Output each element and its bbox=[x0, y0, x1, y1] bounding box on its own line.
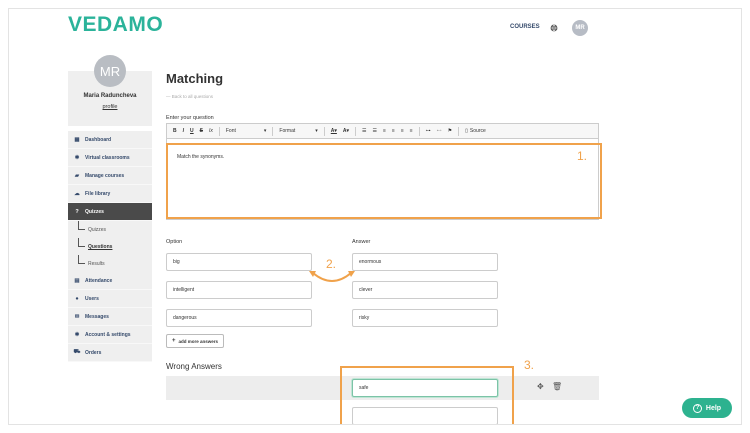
profile-avatar: MR bbox=[94, 55, 126, 87]
sidebar-subitem-quizzes[interactable]: Quizzes bbox=[68, 221, 152, 238]
toolbar-divider bbox=[272, 126, 274, 136]
chevron-down-icon: ▾ bbox=[315, 128, 318, 134]
sidebar-item-users[interactable]: ● Users bbox=[68, 290, 152, 308]
bold-button[interactable]: B bbox=[173, 128, 177, 134]
align-left-icon[interactable]: ≡ bbox=[383, 128, 386, 134]
option-field[interactable]: intelligent bbox=[166, 281, 312, 299]
user-avatar[interactable]: MR bbox=[572, 20, 588, 36]
plus-icon: + bbox=[172, 338, 176, 344]
step-3-label: 3. bbox=[524, 358, 535, 372]
help-button[interactable]: ? Help bbox=[682, 398, 732, 418]
add-more-answers-button[interactable]: + add more answers bbox=[166, 334, 225, 348]
clear-format-button[interactable]: Ix bbox=[209, 128, 213, 134]
toolbar-divider bbox=[323, 126, 325, 136]
trash-icon[interactable]: 🗑 bbox=[552, 382, 562, 391]
question-icon: ? bbox=[75, 208, 79, 215]
page-title: Matching bbox=[166, 71, 224, 86]
calendar-icon: ▤ bbox=[74, 277, 80, 284]
help-label: Help bbox=[705, 404, 722, 412]
underline-button[interactable]: U bbox=[190, 128, 194, 134]
sidebar-item-file-library[interactable]: ☁ File library bbox=[68, 185, 152, 203]
sidebar-item-orders[interactable]: ⛟ Orders bbox=[68, 344, 152, 362]
sidebar-item-quizzes[interactable]: ? Quizzes bbox=[68, 203, 152, 221]
sidebar-item-label: Quizzes bbox=[85, 208, 104, 215]
vedamo-logo[interactable]: VEDAMO bbox=[68, 13, 163, 37]
sidebar-item-label: Virtual classrooms bbox=[85, 154, 130, 161]
add-more-answers-label: add more answers bbox=[178, 338, 219, 344]
wrong-answers-label: Wrong Answers bbox=[166, 362, 222, 371]
link-icon[interactable]: ⊶ bbox=[426, 128, 431, 134]
align-center-icon[interactable]: ≡ bbox=[392, 128, 395, 134]
move-icon[interactable]: ✥ bbox=[537, 382, 544, 391]
step-1-label: 1. bbox=[577, 149, 588, 163]
sidebar-item-virtual-classrooms[interactable]: ✱ Virtual classrooms bbox=[68, 149, 152, 167]
text-color-button[interactable]: A▾ bbox=[331, 128, 337, 134]
sidebar-item-label: Dashboard bbox=[85, 136, 112, 143]
source-icon: ▯ bbox=[465, 128, 468, 134]
sidebar-item-dashboard[interactable]: ▦ Dashboard bbox=[68, 131, 152, 149]
chevron-down-icon: ▾ bbox=[263, 128, 267, 134]
envelope-icon: ✉ bbox=[74, 313, 80, 320]
option-field[interactable]: dangerous bbox=[166, 309, 312, 327]
globe-icon[interactable] bbox=[550, 24, 558, 32]
page-frame: VEDAMO COURSES MR MR Maria Raduncheva pr… bbox=[8, 8, 742, 425]
sidebar-menu: ▦ Dashboard ✱ Virtual classrooms ▰ Manage c… bbox=[68, 131, 152, 362]
back-to-questions-link[interactable]: — Back to all questions bbox=[166, 94, 213, 99]
numbered-list-icon[interactable]: ☰ bbox=[362, 128, 366, 134]
highlight-box-1 bbox=[166, 143, 602, 219]
answer-field[interactable]: enormous bbox=[352, 253, 498, 271]
sidebar-item-attendance[interactable]: ▤ Attendance bbox=[68, 272, 152, 290]
answer-field[interactable]: clever bbox=[352, 281, 498, 299]
sidebar-item-label: Manage courses bbox=[85, 172, 125, 179]
strikethrough-button[interactable]: S bbox=[200, 128, 203, 134]
sidebar-item-messages[interactable]: ✉ Messages bbox=[68, 308, 152, 326]
font-select[interactable]: Font bbox=[226, 128, 236, 134]
question-label: Enter your question bbox=[166, 115, 214, 121]
gear-icon: ✱ bbox=[74, 154, 80, 161]
toolbar-divider bbox=[355, 126, 357, 136]
sidebar-subitem-results[interactable]: Results bbox=[68, 255, 152, 272]
answer-header: Answer bbox=[352, 239, 371, 245]
sidebar-item-label: File library bbox=[85, 190, 111, 197]
sidebar-item-label: Orders bbox=[85, 349, 102, 356]
settings-icon: ✱ bbox=[74, 331, 80, 338]
italic-button[interactable]: I bbox=[183, 128, 184, 134]
sidebar-item-account-settings[interactable]: ✱ Account & settings bbox=[68, 326, 152, 344]
sidebar-item-manage-courses[interactable]: ▰ Manage courses bbox=[68, 167, 152, 185]
answer-field[interactable]: risky bbox=[352, 309, 498, 327]
align-justify-icon[interactable]: ≡ bbox=[410, 128, 413, 134]
option-header: Option bbox=[166, 239, 183, 245]
cart-icon: ⛟ bbox=[73, 349, 81, 355]
toolbar-divider bbox=[418, 126, 420, 136]
step-2-label: 2. bbox=[326, 257, 337, 271]
bullet-list-icon[interactable]: ☰ bbox=[373, 128, 377, 134]
format-select[interactable]: Format bbox=[279, 128, 295, 134]
profile-card: MR Maria Raduncheva profile bbox=[68, 55, 152, 126]
background-color-button[interactable]: A▾ bbox=[343, 128, 349, 134]
profile-link[interactable]: profile bbox=[68, 104, 152, 110]
cloud-icon: ☁ bbox=[74, 190, 80, 197]
align-right-icon[interactable]: ≡ bbox=[401, 128, 404, 134]
source-button[interactable]: Source bbox=[470, 128, 486, 134]
option-field[interactable]: big bbox=[166, 253, 312, 271]
flag-icon[interactable]: ⚑ bbox=[448, 128, 452, 134]
question-icon: ? bbox=[692, 403, 702, 413]
toolbar-divider bbox=[218, 126, 220, 136]
book-icon: ▰ bbox=[74, 172, 80, 179]
sidebar-item-label: Messages bbox=[85, 313, 109, 320]
sidebar-item-label: Attendance bbox=[85, 277, 113, 284]
grid-icon: ▦ bbox=[74, 136, 80, 143]
sidebar: MR Maria Raduncheva profile ▦ Dashboard ✱… bbox=[68, 55, 152, 362]
courses-nav-link[interactable]: COURSES bbox=[510, 24, 540, 30]
user-name: Maria Raduncheva bbox=[83, 93, 137, 99]
highlight-box-3 bbox=[340, 366, 514, 424]
editor-toolbar: B I U S Ix Font ▾ Format ▾ A▾ A▾ ☰ ☰ ≡ ≡… bbox=[166, 123, 599, 138]
sidebar-item-label: Account & settings bbox=[85, 331, 131, 338]
toolbar-divider bbox=[458, 126, 460, 136]
unlink-icon[interactable]: ⊷ bbox=[437, 128, 442, 134]
users-icon: ● bbox=[75, 295, 79, 302]
sidebar-subitem-questions[interactable]: Questions bbox=[68, 238, 152, 255]
sidebar-item-label: Users bbox=[85, 295, 99, 302]
